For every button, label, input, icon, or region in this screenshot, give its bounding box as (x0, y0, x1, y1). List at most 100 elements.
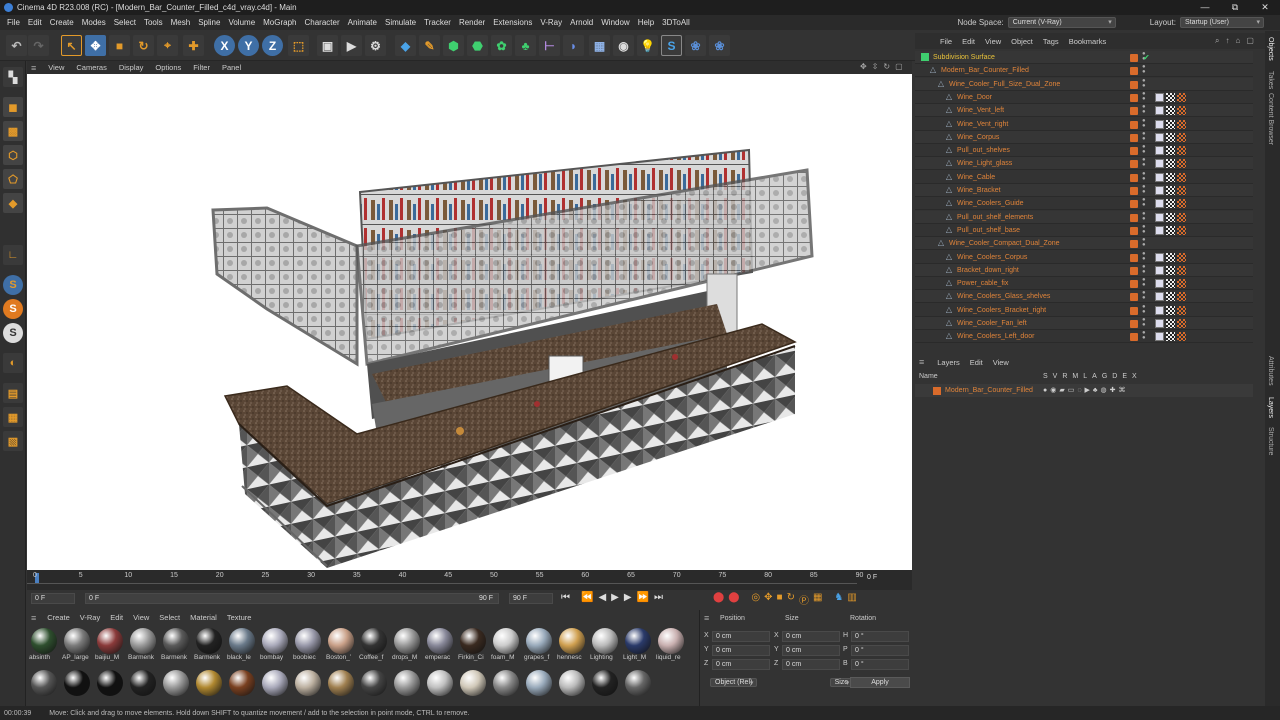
texture-tag-icon[interactable] (1177, 292, 1186, 302)
object-row[interactable]: △ Wine_Cooler_Full_Size_Dual_Zone ● ● (915, 77, 1253, 91)
layer-color-icon[interactable] (1130, 80, 1138, 89)
visibility-dots-icon[interactable]: ● ● (1142, 237, 1146, 248)
texture-tag-icon[interactable] (1177, 225, 1186, 235)
uvw-tag-icon[interactable] (1155, 132, 1164, 142)
visibility-dots-icon[interactable]: ● ● (1142, 118, 1146, 129)
visibility-dots-icon[interactable]: ● ● (1142, 330, 1146, 341)
uvw-tag-icon[interactable] (1155, 279, 1164, 289)
redo-icon[interactable]: ↷ (28, 35, 49, 56)
layer-flag-icons[interactable]: ●◉▰▭◌▶♣◍✚⌘ (1043, 384, 1128, 397)
sculpt-icon[interactable]: ▧ (3, 431, 23, 451)
layer-menu-view[interactable]: View (988, 358, 1014, 367)
material-tag-icon[interactable] (1166, 212, 1175, 222)
floor-icon[interactable]: ▦ (589, 35, 610, 56)
menu-tracker[interactable]: Tracker (420, 18, 455, 27)
material-swatch[interactable]: Barmenk (161, 628, 191, 666)
subdivision-icon[interactable]: ⬢ (443, 35, 464, 56)
timeline-ruler[interactable]: 0 5 10 15 20 25 30 35 40 45 50 55 60 65 70 75 80 85 90 0 F (27, 570, 912, 590)
object-name[interactable]: Wine_Light_glass (957, 157, 1012, 170)
uvw-tag-icon[interactable] (1155, 212, 1164, 222)
grid-icon[interactable]: ▤ (3, 383, 23, 403)
menu-3dtoall[interactable]: 3DToAll (658, 18, 694, 27)
material-menu-create[interactable]: Create (42, 613, 75, 622)
visibility-dots-icon[interactable]: ● ● (1142, 144, 1146, 155)
quantize-icon[interactable]: S (3, 323, 23, 343)
new-window-icon[interactable]: ▢ (1246, 36, 1254, 46)
material-swatch[interactable] (260, 670, 290, 708)
object-name[interactable]: Wine_Door (957, 91, 992, 104)
menu-select[interactable]: Select (110, 18, 140, 27)
layer-color-icon[interactable] (1130, 160, 1138, 169)
material-swatch[interactable] (557, 670, 587, 708)
material-tag-icon[interactable] (1166, 199, 1175, 209)
material-swatch[interactable]: Coffee_f (359, 628, 389, 666)
visibility-dots-icon[interactable]: ● ● (1142, 78, 1146, 89)
layer-color-icon[interactable] (1130, 226, 1138, 235)
material-menu-material[interactable]: Material (185, 613, 222, 622)
position-field[interactable]: 0 cm (712, 659, 770, 670)
uvw-tag-icon[interactable] (1155, 199, 1164, 209)
previous-frame-icon[interactable]: ◀ (598, 592, 606, 603)
coords-options-icon[interactable]: ≡ (704, 613, 709, 623)
rotate-tool-icon[interactable]: ↻ (133, 35, 154, 56)
layer-color-icon[interactable] (1130, 200, 1138, 209)
layer-color-icon[interactable] (1130, 93, 1138, 102)
object-name[interactable]: Wine_Bracket (957, 184, 1001, 197)
material-tag-icon[interactable] (1166, 332, 1175, 342)
material-swatch[interactable] (491, 670, 521, 708)
play-icon[interactable]: ▶ (611, 592, 619, 603)
uvw-tag-icon[interactable] (1155, 106, 1164, 116)
object-name[interactable]: Wine_Coolers_Guide (957, 197, 1024, 210)
uvw-tag-icon[interactable] (1155, 225, 1164, 235)
object-row[interactable]: △ Wine_Coolers_Corpus ● ● (915, 251, 1253, 264)
menu-character[interactable]: Character (301, 18, 344, 27)
texture-tag-icon[interactable] (1177, 186, 1186, 195)
live-selection-icon[interactable]: ⌖ (157, 35, 178, 56)
menu-tools[interactable]: Tools (140, 18, 167, 27)
autokey-icon[interactable]: ⬤ (728, 592, 739, 607)
rotation-field[interactable]: 0 ° (851, 645, 909, 656)
home-icon[interactable]: ⌂ (1235, 36, 1240, 46)
key-pla-icon[interactable]: ▦ (813, 592, 822, 607)
menu-volume[interactable]: Volume (224, 18, 259, 27)
close-button[interactable]: ✕ (1250, 0, 1280, 15)
texture-tag-icon[interactable] (1177, 212, 1186, 222)
object-name[interactable]: Wine_Cooler_Full_Size_Dual_Zone (949, 78, 1060, 91)
undo-icon[interactable]: ↶ (6, 35, 27, 56)
object-row[interactable]: △ Wine_Cooler_Compact_Dual_Zone ● ● (915, 237, 1253, 251)
material-swatch[interactable]: hennesc (557, 628, 587, 666)
visibility-dots-icon[interactable]: ● ● (1142, 197, 1146, 208)
object-row[interactable]: △ Wine_Door ● ● (915, 91, 1253, 104)
object-menu-tags[interactable]: Tags (1038, 37, 1064, 46)
layer-menu-layers[interactable]: Layers (932, 358, 965, 367)
material-menu-view[interactable]: View (128, 613, 154, 622)
viewport-menu-view[interactable]: View (42, 63, 70, 72)
texture-mode-icon[interactable]: ▩ (3, 121, 23, 141)
material-tag-icon[interactable] (1166, 319, 1175, 328)
object-name[interactable]: Pull_out_shelf_elements (957, 211, 1033, 224)
material-menu-edit[interactable]: Edit (105, 613, 128, 622)
material-swatch[interactable]: black_le (227, 628, 257, 666)
python-script-icon[interactable]: ❀ (685, 35, 706, 56)
menu-mograph[interactable]: MoGraph (259, 18, 300, 27)
layer-color-icon[interactable] (1130, 240, 1138, 249)
material-tag-icon[interactable] (1166, 186, 1175, 195)
menu-help[interactable]: Help (634, 18, 658, 27)
material-swatch[interactable]: bombay (260, 628, 290, 666)
viewport-options-icon[interactable]: ≡ (31, 63, 36, 73)
layer-color-icon[interactable] (1130, 133, 1138, 142)
side-tab-structure[interactable]: Structure (1267, 427, 1274, 455)
material-tag-icon[interactable] (1166, 92, 1175, 102)
maximize-view-icon[interactable]: ▢ (895, 62, 903, 71)
material-tag-icon[interactable] (1166, 119, 1175, 129)
object-name[interactable]: Wine_Cooler_Compact_Dual_Zone (949, 237, 1060, 250)
object-row[interactable]: △ Pull_out_shelves ● ● (915, 144, 1253, 158)
python-icon[interactable]: ❀ (709, 35, 730, 56)
material-swatch[interactable]: Firkin_Ci (458, 628, 488, 666)
points-mode-icon[interactable]: ⬡ (3, 145, 23, 165)
material-swatch[interactable]: baijiu_M (95, 628, 125, 666)
vray-icon[interactable]: S (661, 35, 682, 56)
cloner-icon[interactable]: ✿ (491, 35, 512, 56)
z-axis-lock-icon[interactable]: Z (262, 35, 283, 56)
material-swatch[interactable] (359, 670, 389, 708)
